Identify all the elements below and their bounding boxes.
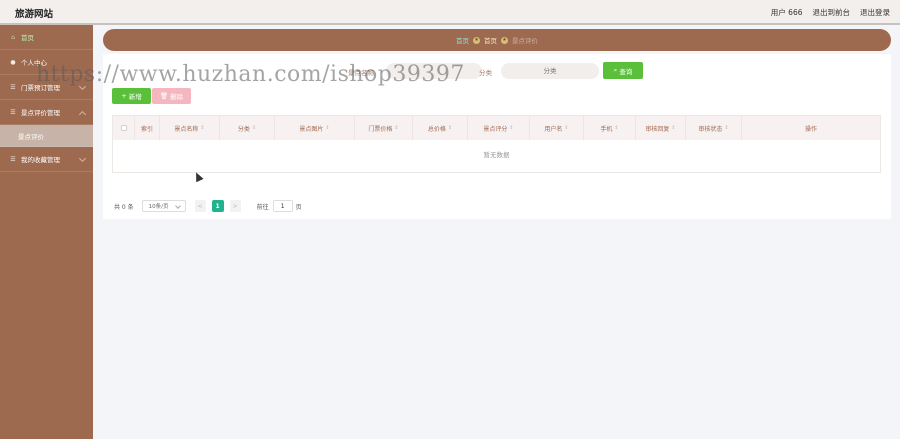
user-icon: ● <box>10 58 16 66</box>
sidebar-item-label: 个人中心 <box>21 59 47 67</box>
column-header[interactable]: 手机 ⇕ <box>584 116 636 140</box>
sidebar: ⌂ 首页 ● 个人中心 ☰ 门票预订管理 ☰ 景点评价管理 景点评价 ☰ 我的收… <box>0 25 93 439</box>
data-table: 索引 景点名称 ⇕ 分类 ⇕ 景点图片 ⇕ 门票价格 ⇕ 总价格 ⇕ 景点评分 ⇕ 用户名 ⇕… <box>112 115 881 173</box>
goto-page-input[interactable]: 1 <box>272 200 293 212</box>
sidebar-item-label: 景点评价管理 <box>21 109 60 117</box>
current-page-button[interactable]: 1 <box>211 200 224 212</box>
column-header[interactable]: 审核状态 ⇕ <box>686 116 742 140</box>
column-header[interactable]: 景点名称 ⇕ <box>160 116 220 140</box>
sidebar-item-review-management[interactable]: ☰ 景点评价管理 <box>0 100 93 125</box>
page-unit-label: 页 <box>295 203 302 211</box>
delete-button[interactable]: 🗑 删除 <box>152 88 191 104</box>
table-header: 索引 景点名称 ⇕ 分类 ⇕ 景点图片 ⇕ 门票价格 ⇕ 总价格 ⇕ 景点评分 ⇕ 用户名 ⇕… <box>113 116 880 140</box>
prev-page-button[interactable]: < <box>194 200 206 212</box>
logout-link[interactable]: 退出登录 <box>860 7 890 18</box>
column-header: 索引 <box>135 116 160 140</box>
sort-icon: ⇕ <box>394 125 399 131</box>
goto-label: 前往 <box>256 203 269 211</box>
search-icon: ⌕ <box>613 66 618 74</box>
column-header[interactable]: 总价格 ⇕ <box>413 116 468 140</box>
search-bar: 景点名称 分类 ⌕ 查询 <box>103 62 891 80</box>
next-page-button[interactable]: > <box>229 200 241 212</box>
sidebar-subitem-reviews[interactable]: 景点评价 <box>0 125 93 147</box>
sidebar-item-label: 首页 <box>21 34 34 42</box>
home-icon: ⌂ <box>11 33 15 41</box>
user-name: 用户 666 <box>770 8 803 17</box>
plus-icon: + <box>121 92 127 100</box>
star-icon: ★ <box>473 36 480 44</box>
main-content: 首页 ★ 首页 ★ 景点评价 景点名称 分类 ⌕ 查询 + 新增 🗑 删除 <box>103 29 891 219</box>
page-size-select[interactable]: 10条/页 <box>141 200 186 212</box>
column-header[interactable]: 用户名 ⇕ <box>530 116 584 140</box>
list-icon: ☰ <box>10 155 16 163</box>
content-panel: 景点名称 分类 ⌕ 查询 + 新增 🗑 删除 <box>103 54 891 219</box>
top-bar: 旅游网站 用户 666 退出到前台 退出登录 <box>0 0 900 25</box>
header-actions: 用户 666 退出到前台 退出登录 <box>771 7 890 18</box>
sidebar-item-label: 我的收藏管理 <box>21 156 60 164</box>
add-button[interactable]: + 新增 <box>112 88 151 104</box>
chevron-up-icon <box>78 110 87 119</box>
breadcrumb: 首页 ★ 首页 ★ 景点评价 <box>103 29 891 51</box>
trash-icon: 🗑 <box>159 92 169 100</box>
sidebar-item-home[interactable]: ⌂ 首页 <box>0 25 93 50</box>
sidebar-item-ticket-booking[interactable]: ☰ 门票预订管理 <box>0 75 93 100</box>
breadcrumb-first[interactable]: 首页 <box>484 35 497 45</box>
pagination: 共 0 条 10条/页 < 1 > 前往 1 页 <box>114 200 302 212</box>
sort-icon: ⇕ <box>564 125 569 131</box>
site-brand: 旅游网站 <box>15 9 54 20</box>
search-button[interactable]: ⌕ 查询 <box>603 62 643 79</box>
star-icon: ★ <box>501 36 508 44</box>
column-header[interactable]: 景点评分 ⇕ <box>468 116 530 140</box>
sidebar-item-label: 景点评价 <box>18 132 44 141</box>
breadcrumb-home[interactable]: 首页 <box>456 35 469 45</box>
column-header[interactable]: 分类 ⇕ <box>220 116 275 140</box>
delete-button-label: 删除 <box>170 93 184 101</box>
column-header[interactable]: 景点图片 ⇕ <box>275 116 355 140</box>
back-to-frontend-link[interactable]: 退出到前台 <box>813 7 851 18</box>
empty-state: 暂无数据 <box>483 151 510 159</box>
action-buttons: + 新增 🗑 删除 <box>112 88 191 104</box>
column-header: 操作 <box>804 125 817 133</box>
column-header[interactable]: 审核回复 ⇕ <box>636 116 686 140</box>
list-icon: ☰ <box>10 108 16 116</box>
select-all-checkbox[interactable] <box>120 125 127 131</box>
name-field-label: 景点名称 <box>348 69 374 77</box>
chevron-down-icon <box>78 154 87 163</box>
sidebar-item-profile[interactable]: ● 个人中心 <box>0 50 93 75</box>
sort-icon: ⇕ <box>509 125 514 131</box>
sort-icon: ⇕ <box>200 125 205 131</box>
category-search-input[interactable] <box>501 63 599 79</box>
list-icon: ☰ <box>10 83 16 91</box>
sort-icon: ⇕ <box>671 125 676 131</box>
name-search-input[interactable] <box>386 63 482 79</box>
total-count: 共 0 条 <box>114 203 134 211</box>
sidebar-item-favorites[interactable]: ☰ 我的收藏管理 <box>0 147 93 172</box>
sort-icon: ⇕ <box>447 125 453 131</box>
sort-icon: ⇕ <box>614 125 619 131</box>
search-button-label: 查询 <box>619 67 633 76</box>
select-all-checkbox-cell <box>113 116 135 140</box>
sort-icon: ⇕ <box>325 125 330 131</box>
add-button-label: 新增 <box>128 93 142 101</box>
sort-icon: ⇕ <box>251 125 257 131</box>
sort-icon: ⇕ <box>724 125 729 131</box>
sidebar-item-label: 门票预订管理 <box>21 84 60 92</box>
chevron-down-icon <box>78 82 87 91</box>
breadcrumb-current: 景点评价 <box>512 37 538 45</box>
column-header[interactable]: 门票价格 ⇕ <box>355 116 413 140</box>
category-field-label: 分类 <box>479 69 492 77</box>
